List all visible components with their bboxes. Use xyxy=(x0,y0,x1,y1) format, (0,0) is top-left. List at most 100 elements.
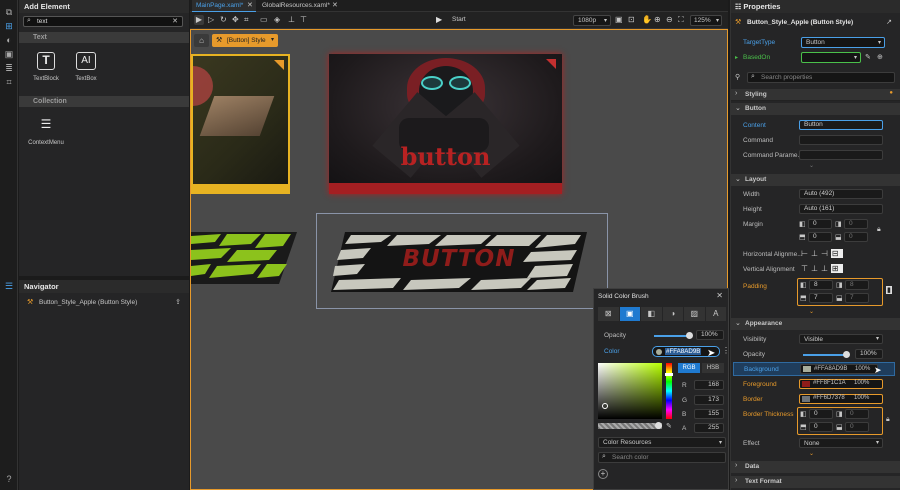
search-color-box[interactable]: ⌕ Search color xyxy=(598,452,726,463)
resolution-select[interactable]: 1080p ▾ xyxy=(573,15,611,26)
hue-slider[interactable] xyxy=(665,363,673,419)
add-icon[interactable]: ⊕ xyxy=(877,53,883,61)
align-stretch-icon[interactable]: ⊟ xyxy=(830,249,843,258)
play-icon[interactable]: ▶ xyxy=(436,15,442,24)
border-field[interactable]: #FF6D7378 100% xyxy=(799,394,883,404)
element-textblock[interactable]: T TextBlock xyxy=(31,52,61,82)
g-field[interactable]: 173 xyxy=(694,395,724,405)
text-brush-icon[interactable]: A xyxy=(705,307,726,321)
width-field[interactable]: Auto (492) xyxy=(799,189,883,199)
breadcrumb[interactable]: ⚒ [Button] Style ▾ xyxy=(212,34,278,47)
button-preview-red[interactable]: button xyxy=(329,54,562,194)
resources-icon[interactable]: ◈ xyxy=(274,15,280,24)
share-icon[interactable]: ↗ xyxy=(886,18,892,26)
data-icon[interactable]: ⌗ xyxy=(4,77,14,87)
layers-icon[interactable]: ⧉ xyxy=(4,7,14,17)
close-icon[interactable]: ✕ xyxy=(716,291,723,300)
direct-select-icon[interactable]: ▷ xyxy=(208,15,214,24)
color-gradient-picker[interactable] xyxy=(598,363,662,419)
export-icon[interactable]: ⇪ xyxy=(175,298,181,306)
margin-bottom-field[interactable]: 0 xyxy=(844,232,868,242)
more-icon[interactable]: ⋮ xyxy=(722,346,730,355)
add-icon[interactable]: + xyxy=(598,469,608,479)
opacity-slider[interactable] xyxy=(803,351,850,358)
bt-left-field[interactable]: 0 xyxy=(809,409,833,419)
edit-icon[interactable]: ✎ xyxy=(865,53,871,61)
element-contextmenu[interactable]: ☰ ContextMenu xyxy=(25,116,67,146)
eyedropper-icon[interactable]: ✎ xyxy=(666,422,672,430)
device-icon[interactable]: ▣ xyxy=(615,15,623,24)
image-brush-icon[interactable]: ▨ xyxy=(684,307,705,321)
tab-globalresources[interactable]: GlobalResources.xaml* ✕ xyxy=(258,0,342,12)
effect-select[interactable]: None ▾ xyxy=(799,438,883,448)
align-left-icon[interactable]: ⊢ xyxy=(801,249,811,258)
align-vstretch-icon[interactable]: ⊞ xyxy=(830,264,843,273)
add-element-icon[interactable]: ⊞ xyxy=(4,21,14,31)
stack-icon[interactable]: ≣ xyxy=(4,63,14,73)
section-data[interactable]: › Data xyxy=(731,461,900,473)
based-on-select[interactable]: ▾ xyxy=(801,52,861,63)
section-layout[interactable]: ⌄ Layout xyxy=(731,174,900,186)
fit-icon[interactable]: ⊡ xyxy=(628,15,635,24)
alpha-slider[interactable] xyxy=(598,422,662,429)
command-field[interactable] xyxy=(799,135,883,145)
background-field[interactable]: #FFA8AD9B 100% xyxy=(800,364,878,374)
expand-icon[interactable]: ⌄ xyxy=(809,450,814,457)
align-middle-icon[interactable]: ⊥ xyxy=(811,264,821,273)
align-top-icon[interactable]: ⊤ xyxy=(801,264,811,273)
align-right-icon[interactable]: ⊣ xyxy=(821,249,831,258)
section-button[interactable]: ⌄ Button xyxy=(731,103,900,115)
pan-icon[interactable]: ✋ xyxy=(642,15,652,24)
color-resources-select[interactable]: Color Resources ▾ xyxy=(598,437,726,448)
margin-top-field[interactable]: 0 xyxy=(844,219,868,229)
fullscreen-icon[interactable]: ⛶ xyxy=(678,15,684,25)
help-icon[interactable]: ? xyxy=(4,474,14,484)
close-icon[interactable]: ✕ xyxy=(247,1,253,9)
button-preview-zebra[interactable]: BUTTON xyxy=(331,232,587,292)
palette-icon[interactable]: ◐ xyxy=(4,35,14,45)
close-icon[interactable]: ✕ xyxy=(332,1,338,9)
clear-icon[interactable]: ✕ xyxy=(172,17,178,25)
zoom-in-icon[interactable]: ⊕ xyxy=(654,15,661,24)
bt-bottom-field[interactable]: 0 xyxy=(845,422,869,432)
button-preview-green[interactable] xyxy=(191,232,297,284)
halign-buttons[interactable]: ⊢⊥⊣⊟ xyxy=(801,249,843,258)
comment-icon[interactable]: ▭ xyxy=(260,15,268,24)
zoom-select[interactable]: 125% ▾ xyxy=(690,15,722,26)
hsb-mode-button[interactable]: HSB xyxy=(702,363,724,373)
a-field[interactable]: 255 xyxy=(694,423,724,433)
bt-right-field[interactable]: 0 xyxy=(809,422,833,432)
visibility-select[interactable]: Visible ▾ xyxy=(799,334,883,344)
lock-icon[interactable]: 🔒︎ xyxy=(877,226,881,234)
lock-icon[interactable]: 🔒︎ xyxy=(886,416,890,424)
button-preview-yellow[interactable] xyxy=(191,54,290,194)
home-icon[interactable]: ⌂ xyxy=(194,34,209,47)
height-field[interactable]: Auto (161) xyxy=(799,204,883,214)
no-brush-icon[interactable]: ⊠ xyxy=(598,307,619,321)
command-param-field[interactable] xyxy=(799,150,883,160)
bt-top-field[interactable]: 0 xyxy=(845,409,869,419)
rotate-icon[interactable]: ↻ xyxy=(220,15,227,24)
b-field[interactable]: 155 xyxy=(694,409,724,419)
start-button[interactable]: Start xyxy=(452,16,466,23)
align-center-icon[interactable]: ⊥ xyxy=(811,249,821,258)
valign-buttons[interactable]: ⊤⊥⊥⊞ xyxy=(801,264,843,273)
section-appearance[interactable]: ⌄ Appearance xyxy=(731,318,900,330)
search-box[interactable]: ⌕ text ✕ xyxy=(23,16,183,27)
opacity-field[interactable]: 100% xyxy=(855,349,883,359)
search-properties-box[interactable]: ⌕ Search properties xyxy=(747,72,895,83)
section-text-format[interactable]: › Text Format xyxy=(731,476,900,488)
opacity-field[interactable]: 100% xyxy=(696,330,724,340)
move-icon[interactable]: ✥ xyxy=(232,15,239,24)
solid-brush-icon[interactable]: ▣ xyxy=(619,307,640,321)
select-tool-icon[interactable]: ▶ xyxy=(194,15,204,25)
radial-gradient-icon[interactable]: ◑ xyxy=(662,307,683,321)
element-textbox[interactable]: AI TextBox xyxy=(71,52,101,82)
padding-left-field[interactable]: 8 xyxy=(809,280,833,290)
rgb-mode-button[interactable]: RGB xyxy=(678,363,700,373)
r-field[interactable]: 168 xyxy=(694,380,724,390)
filter-icon[interactable]: ⚲ xyxy=(735,73,740,81)
margin-right-field[interactable]: 0 xyxy=(808,232,832,242)
distribute-icon[interactable]: ⊤ xyxy=(300,15,307,24)
linear-gradient-icon[interactable]: ◧ xyxy=(641,307,662,321)
